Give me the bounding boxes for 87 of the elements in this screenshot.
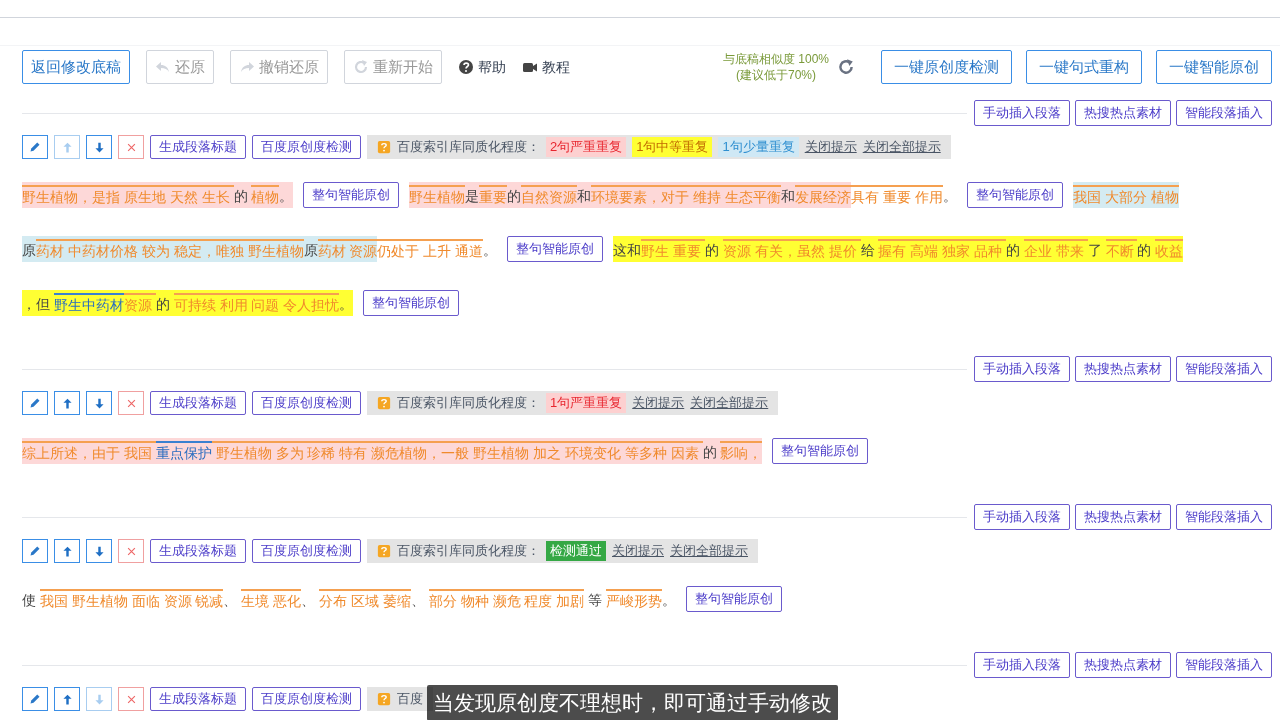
hint-label: 百度索引库同质化程度： [397, 138, 540, 157]
insert-button[interactable]: 智能段落插入 [1176, 356, 1272, 382]
refresh-icon [837, 58, 855, 76]
hint-label: 百度 [397, 690, 423, 709]
duplication-tag: 1句少量重复 [718, 137, 799, 157]
action-button[interactable]: 一键原创度检测 [881, 50, 1012, 84]
highlighted-sentence: 原药材 中药材价格 较为 稳定，唯独 野生植物原药材 资源 [22, 236, 378, 262]
pencil-icon [29, 545, 41, 557]
close-icon [126, 142, 136, 152]
action-button[interactable]: 一键智能原创 [1156, 50, 1272, 84]
tool-button[interactable]: 百度原创度检测 [252, 539, 361, 563]
tool-button[interactable]: 生成段落标题 [150, 391, 246, 415]
question-icon [377, 140, 391, 154]
sentence-rewrite-button[interactable]: 整句智能原创 [772, 438, 869, 464]
tool-button[interactable]: 生成段落标题 [150, 539, 246, 563]
help-link[interactable]: 帮助 [458, 56, 506, 78]
sentence-rewrite-button[interactable]: 整句智能原创 [507, 236, 604, 262]
insert-button[interactable]: 手动插入段落 [974, 356, 1070, 382]
pencil-icon [29, 397, 41, 409]
hint-link[interactable]: 关闭提示 [612, 541, 664, 561]
edit-button[interactable] [22, 391, 48, 415]
sentence-rewrite-button[interactable]: 整句智能原创 [303, 182, 400, 208]
highlighted-sentence: 我国 大部分 植物 [1073, 182, 1179, 208]
insert-button[interactable]: 手动插入段落 [974, 652, 1070, 678]
question-icon [377, 396, 391, 410]
edit-button[interactable] [22, 687, 48, 711]
hint-link[interactable]: 关闭提示 [632, 393, 685, 413]
refresh-button[interactable] [837, 58, 855, 76]
insert-button[interactable]: 热搜热点素材 [1075, 356, 1171, 382]
highlighted-sentence: 这和野生 重要 的 资源 有关，虽然 提价 给 握有 高端 独家 品种 的 企业 带来 了 不断 的 收益 [613, 236, 1184, 262]
move-up-button[interactable] [54, 391, 80, 415]
insert-button[interactable]: 热搜热点素材 [1075, 504, 1171, 530]
delete-button[interactable] [118, 391, 144, 415]
insert-button[interactable]: 热搜热点素材 [1075, 100, 1171, 126]
close-icon [126, 398, 136, 408]
highlighted-sentence: 综上所述，由于 我国 重点保护 野生植物 多为 珍稀 特有 濒危植物，一般 野生植物 加之 环境变化 等多种 因素 的 影响， [22, 438, 763, 464]
insert-button[interactable]: 智能段落插入 [1176, 652, 1272, 678]
close-icon [126, 546, 136, 556]
duplication-tag: 1句严重重复 [546, 393, 627, 413]
highlighted-sentence: 野生植物是重要的 自然资源和环境要素，对于 维持 生态平衡和发展经济 [409, 182, 852, 208]
move-down-button[interactable] [86, 135, 112, 159]
close-icon [126, 694, 136, 704]
move-down-button[interactable] [86, 391, 112, 415]
insert-button[interactable]: 智能段落插入 [1176, 100, 1272, 126]
similarity-note: (建议低于70%) [735, 67, 816, 83]
hint-link[interactable]: 关闭提示 [804, 137, 857, 157]
sentence-rewrite-button[interactable]: 整句智能原创 [363, 290, 460, 316]
tool-button[interactable]: 百度原创度检测 [252, 135, 361, 159]
similarity-text: 与底稿相似度 100% [722, 51, 829, 67]
tool-button[interactable]: 百度原创度检测 [252, 687, 361, 711]
pencil-icon [29, 141, 41, 153]
question-icon [377, 544, 391, 558]
help-icon [458, 59, 474, 75]
action-button[interactable]: 一键句式重构 [1026, 50, 1142, 84]
insert-button[interactable]: 热搜热点素材 [1075, 652, 1171, 678]
edit-button[interactable] [22, 539, 48, 563]
sentence-rewrite-button[interactable]: 整句智能原创 [967, 182, 1063, 208]
help-link[interactable]: 教程 [522, 56, 570, 78]
hint-link[interactable]: 关闭全部提示 [862, 137, 941, 157]
highlighted-sentence: ，但 野生中药材资源 的 可持续 利用 问题 令人担忧。 [22, 290, 354, 316]
tool-button[interactable]: 百度原创度检测 [252, 391, 361, 415]
hint-link[interactable]: 关闭全部提示 [670, 541, 748, 561]
subtitle-caption: 当发现原创度不理想时，即可通过手动修改 [427, 685, 838, 720]
question-icon [377, 692, 391, 706]
insert-button[interactable]: 手动插入段落 [974, 100, 1070, 126]
toolbar-button[interactable]: 返回修改底稿 [22, 50, 130, 84]
pencil-icon [29, 693, 41, 705]
duplication-tag: 1句中等重复 [632, 137, 713, 157]
delete-button[interactable] [118, 539, 144, 563]
hint-label: 百度索引库同质化程度： [397, 394, 540, 413]
insert-button[interactable]: 智能段落插入 [1176, 504, 1272, 530]
hint-label: 百度索引库同质化程度： [397, 542, 540, 561]
insert-button[interactable]: 手动插入段落 [974, 504, 1070, 530]
duplication-tag: 2句严重重复 [546, 137, 627, 157]
refresh-icon [353, 59, 369, 75]
duplication-tag: 检测通过 [546, 541, 606, 561]
delete-button[interactable] [118, 687, 144, 711]
tool-button[interactable]: 生成段落标题 [150, 687, 246, 711]
highlighted-sentence: 野生植物，是指 原生地 天然 生长 的 植物。 [22, 182, 294, 208]
hint-link[interactable]: 关闭全部提示 [690, 393, 769, 413]
delete-button[interactable] [118, 135, 144, 159]
move-up-button[interactable] [54, 539, 80, 563]
tool-button[interactable]: 生成段落标题 [150, 135, 246, 159]
edit-button[interactable] [22, 135, 48, 159]
move-up-button[interactable] [54, 687, 80, 711]
move-down-button[interactable] [86, 539, 112, 563]
sentence-rewrite-button[interactable]: 整句智能原创 [686, 586, 783, 612]
